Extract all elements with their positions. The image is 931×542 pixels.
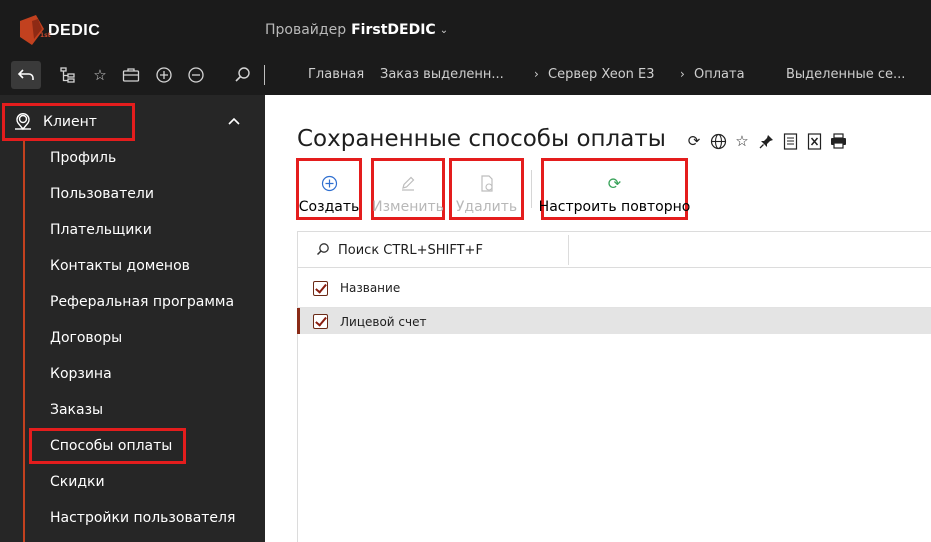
sidebar-section-client[interactable]: Клиент bbox=[2, 103, 135, 141]
sidebar-section-label: Клиент bbox=[43, 114, 97, 130]
sidebar-item-payers[interactable]: Плательщики bbox=[50, 222, 152, 238]
pencil-icon bbox=[400, 173, 416, 193]
back-button[interactable] bbox=[11, 61, 41, 89]
create-button-label: Создать bbox=[298, 199, 360, 215]
page-title: Сохраненные способы оплаты bbox=[297, 126, 666, 152]
row-selected-marker bbox=[297, 308, 300, 334]
plus-circle-icon bbox=[321, 173, 338, 193]
back-arrow-icon bbox=[17, 69, 34, 80]
sidebar-item-orders[interactable]: Заказы bbox=[50, 402, 103, 418]
edit-button-label: Изменить bbox=[372, 199, 444, 215]
sidebar-item-discounts[interactable]: Скидки bbox=[50, 474, 105, 490]
briefcase-icon[interactable] bbox=[121, 65, 141, 85]
print-icon[interactable] bbox=[828, 131, 848, 151]
globe-icon[interactable] bbox=[708, 131, 728, 151]
sidebar-tree-line bbox=[23, 141, 25, 542]
action-divider bbox=[531, 170, 532, 208]
logo-sub-text: 1st bbox=[40, 32, 51, 39]
pin-icon[interactable] bbox=[756, 131, 776, 151]
row-checkbox[interactable] bbox=[313, 314, 328, 329]
sidebar bbox=[0, 95, 265, 542]
delete-button[interactable]: Удалить bbox=[449, 158, 524, 220]
edit-button[interactable]: Изменить bbox=[371, 158, 445, 220]
search-icon bbox=[316, 242, 330, 260]
plus-circle-icon[interactable] bbox=[154, 65, 174, 85]
reconfigure-button[interactable]: ⟳ Настроить повторно bbox=[538, 158, 691, 220]
minus-circle-icon[interactable] bbox=[186, 65, 206, 85]
sidebar-item-profile[interactable]: Профиль bbox=[50, 150, 116, 166]
chevron-up-icon[interactable] bbox=[228, 113, 240, 129]
breadcrumb-item[interactable]: Главная bbox=[308, 67, 364, 82]
tree-icon[interactable] bbox=[58, 65, 78, 85]
sidebar-item-contracts[interactable]: Договоры bbox=[50, 330, 122, 346]
excel-icon[interactable] bbox=[804, 131, 824, 151]
logo-text: DEDIC bbox=[48, 22, 101, 39]
table-cell-name: Лицевой счет bbox=[340, 315, 427, 329]
refresh-icon[interactable]: ⟳ bbox=[684, 131, 704, 151]
toolbar-divider bbox=[264, 65, 265, 85]
create-button[interactable]: Создать bbox=[296, 158, 362, 220]
breadcrumb-item[interactable]: Оплата bbox=[694, 67, 745, 82]
provider-selector[interactable]: Провайдер FirstDEDIC ⌄ bbox=[265, 22, 448, 38]
star-icon[interactable]: ☆ bbox=[90, 65, 110, 85]
column-header-name[interactable]: Название bbox=[340, 281, 400, 295]
search-icon[interactable] bbox=[233, 65, 253, 85]
star-icon[interactable]: ☆ bbox=[732, 131, 752, 151]
table-search-input[interactable] bbox=[338, 240, 563, 260]
export-icon[interactable] bbox=[780, 131, 800, 151]
chevron-right-icon: › bbox=[534, 67, 539, 81]
provider-label: Провайдер bbox=[265, 22, 347, 38]
sidebar-item-user-settings[interactable]: Настройки пользователя bbox=[50, 510, 235, 526]
chevron-down-icon: ⌄ bbox=[439, 24, 449, 36]
user-location-icon bbox=[15, 113, 31, 131]
logo[interactable]: 1st DEDIC bbox=[18, 14, 100, 48]
title-icon-bar: ⟳ ☆ bbox=[684, 131, 848, 151]
sidebar-item-payment-methods[interactable]: Способы оплаты bbox=[50, 438, 172, 454]
sidebar-item-referral[interactable]: Реферальная программа bbox=[50, 294, 234, 310]
sidebar-item-domain-contacts[interactable]: Контакты доменов bbox=[50, 258, 190, 274]
select-all-checkbox[interactable] bbox=[313, 281, 328, 296]
breadcrumb-item[interactable]: Выделенные се... bbox=[786, 67, 905, 82]
refresh-icon: ⟳ bbox=[607, 173, 622, 193]
delete-document-icon bbox=[479, 173, 495, 193]
search-divider bbox=[568, 235, 569, 265]
reconfigure-button-label: Настроить повторно bbox=[538, 199, 691, 215]
chevron-right-icon: › bbox=[680, 67, 685, 81]
sidebar-item-users[interactable]: Пользователи bbox=[50, 186, 154, 202]
provider-name: FirstDEDIC bbox=[351, 22, 436, 38]
breadcrumb-item[interactable]: Сервер Xeon E3 bbox=[548, 67, 655, 82]
breadcrumb-item[interactable]: Заказ выделенн... bbox=[380, 67, 504, 82]
delete-button-label: Удалить bbox=[455, 199, 518, 215]
sidebar-item-cart[interactable]: Корзина bbox=[50, 366, 112, 382]
logo-mark-icon bbox=[20, 15, 44, 45]
